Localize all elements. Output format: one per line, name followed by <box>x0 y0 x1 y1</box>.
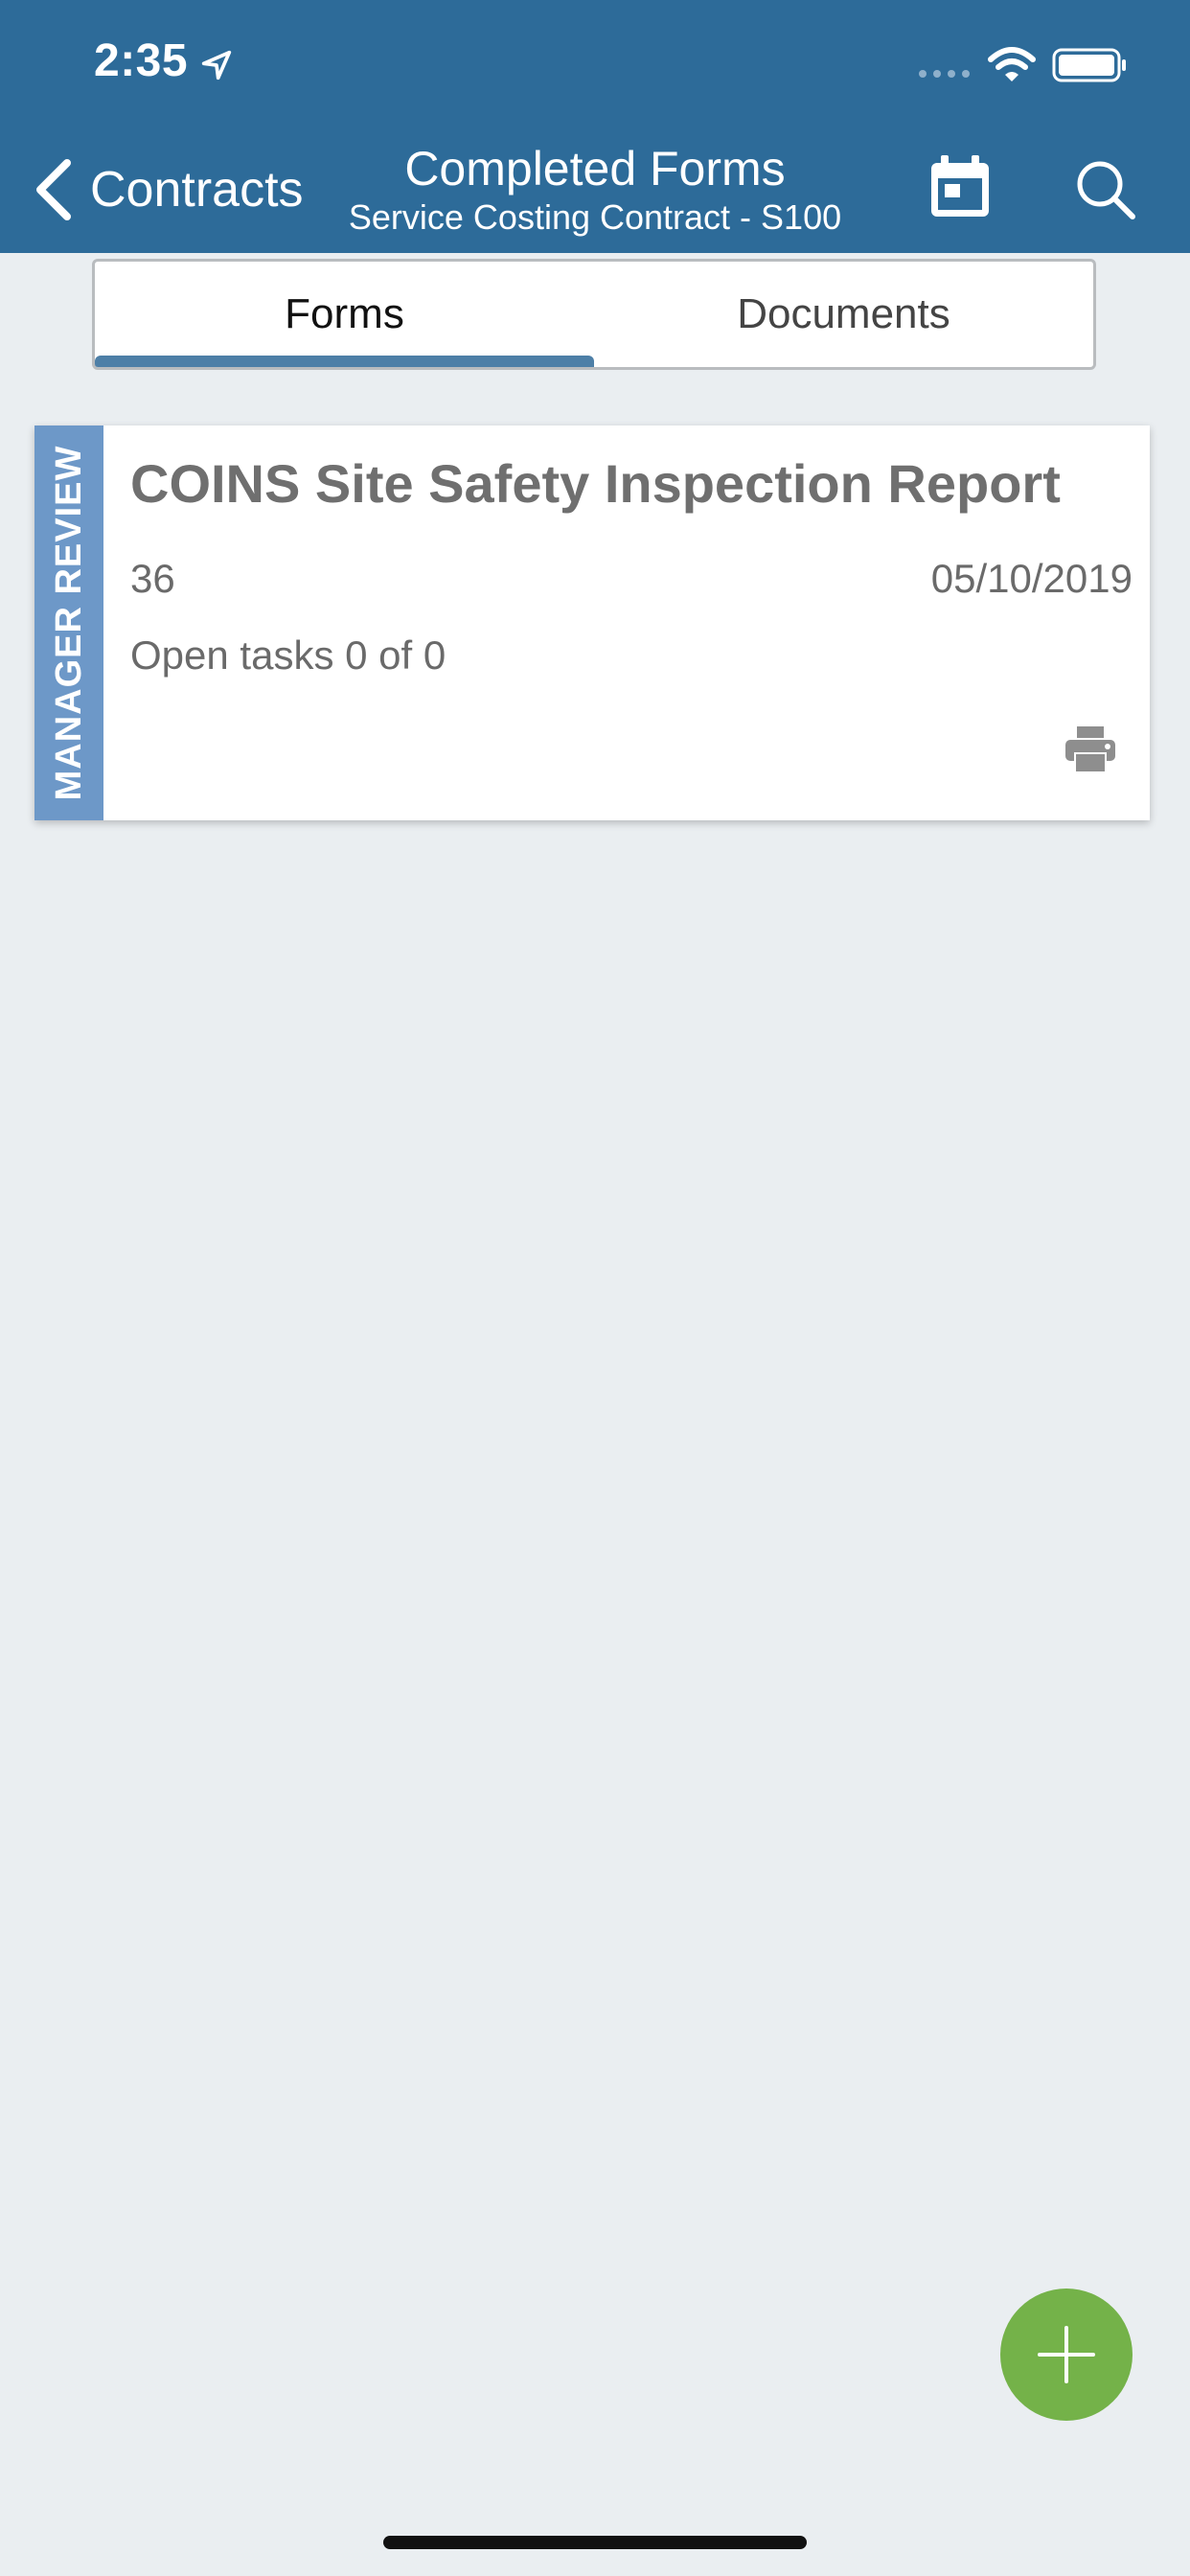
status-strip: MANAGER REVIEW <box>34 426 103 820</box>
calendar-icon[interactable] <box>926 153 995 222</box>
plus-icon <box>1038 2326 1095 2383</box>
chevron-left-icon <box>36 159 71 220</box>
navigation-header: 2:35 Contracts Completed Forms Service C… <box>0 0 1190 253</box>
tab-documents[interactable]: Documents <box>594 262 1093 367</box>
back-button-label: Contracts <box>90 162 304 218</box>
battery-icon <box>1052 48 1126 82</box>
status-time: 2:35 <box>94 35 189 86</box>
home-indicator <box>383 2536 807 2549</box>
open-tasks: Open tasks 0 of 0 <box>130 632 446 678</box>
cellular-signal-icon <box>919 70 970 78</box>
back-button[interactable]: Contracts <box>33 153 304 226</box>
location-arrow-icon <box>201 50 232 80</box>
tab-forms-label: Forms <box>285 290 404 337</box>
page-subtitle: Service Costing Contract - S100 <box>348 197 842 237</box>
form-title: COINS Site Safety Inspection Report <box>130 453 1061 514</box>
print-icon[interactable] <box>1064 724 1117 774</box>
form-date: 05/10/2019 <box>930 556 1133 601</box>
page-title: Completed Forms <box>404 142 786 196</box>
tab-documents-label: Documents <box>737 290 950 337</box>
segmented-tabs: Forms Documents <box>92 259 1096 370</box>
title-block: Completed Forms Service Costing Contract… <box>287 140 903 238</box>
form-number: 36 <box>130 556 175 601</box>
tab-forms[interactable]: Forms <box>95 262 594 367</box>
status-label: MANAGER REVIEW <box>49 445 89 801</box>
tab-selection-indicator <box>95 356 594 367</box>
add-form-button[interactable] <box>1000 2288 1133 2421</box>
form-card[interactable]: MANAGER REVIEW COINS Site Safety Inspect… <box>34 426 1150 820</box>
search-icon[interactable] <box>1071 155 1140 224</box>
wifi-icon <box>988 47 1036 81</box>
